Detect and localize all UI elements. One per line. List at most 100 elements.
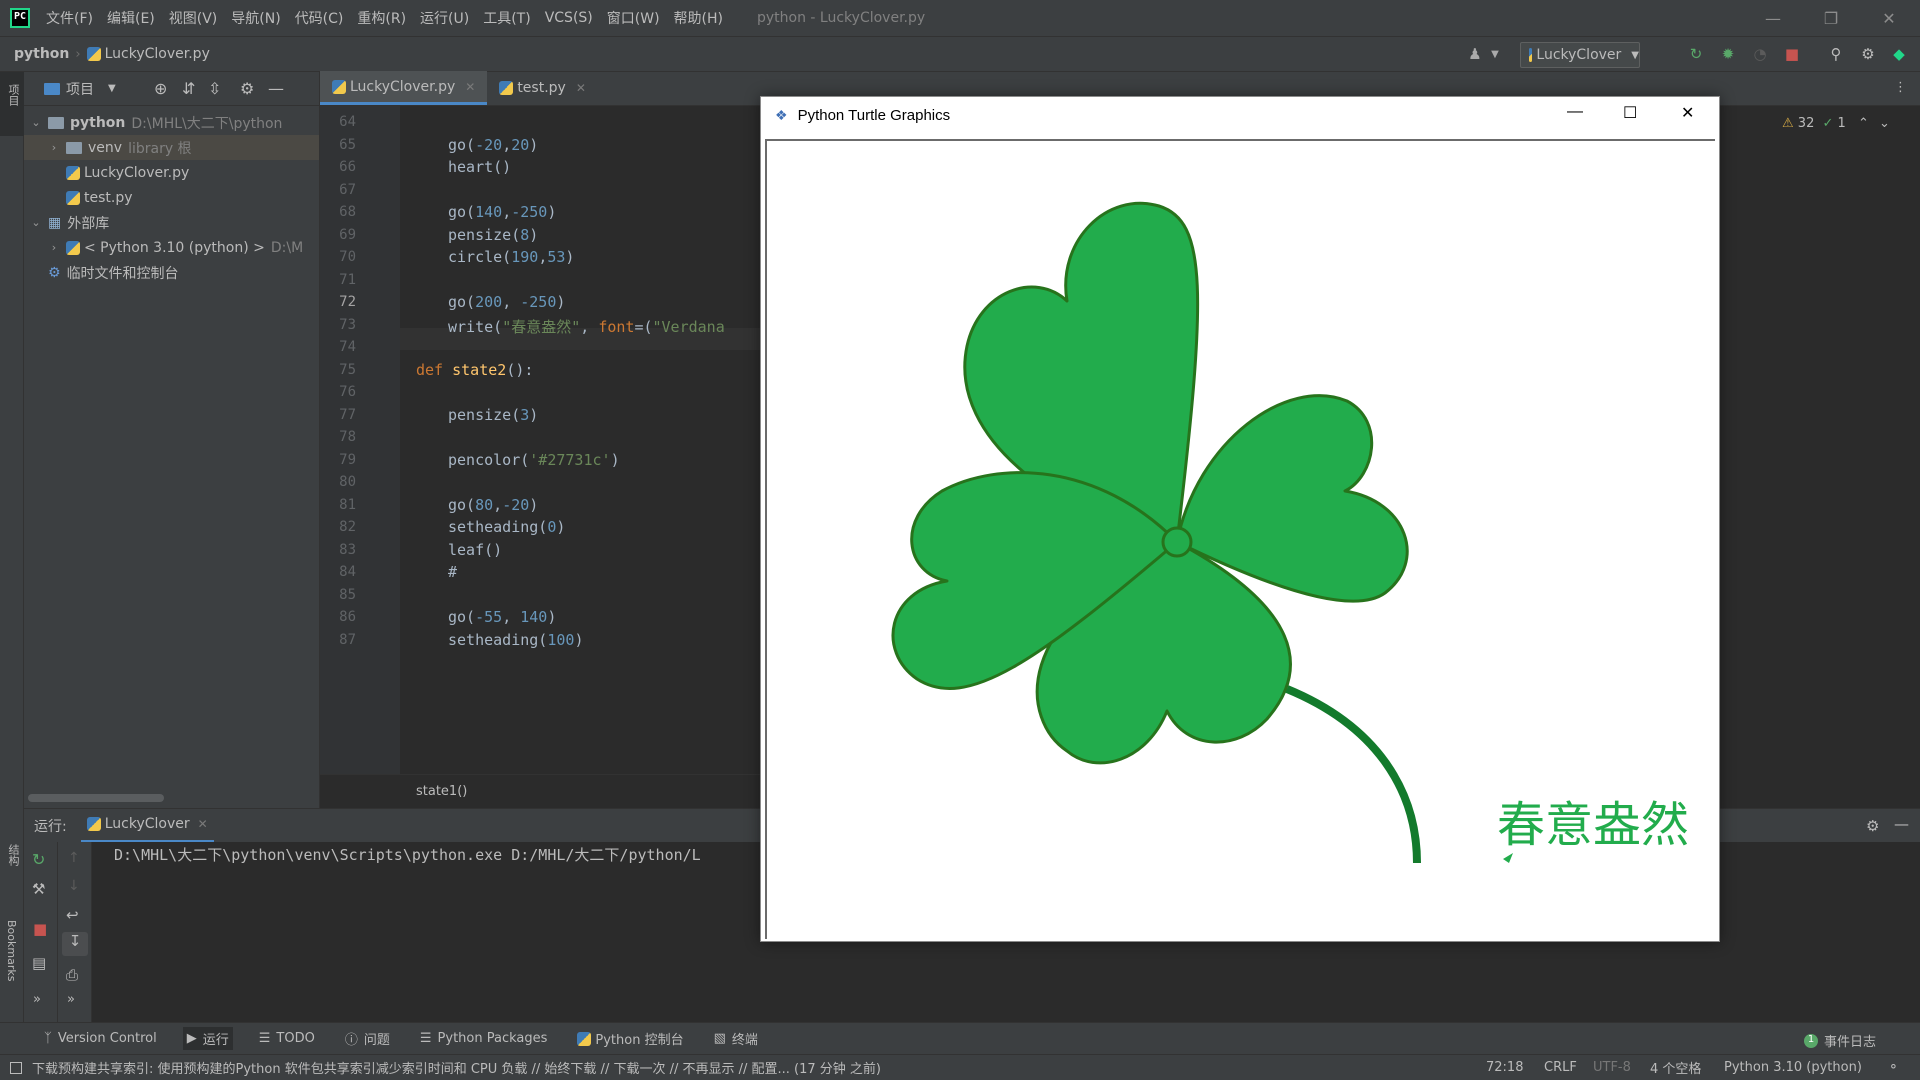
stop-icon[interactable]: ■ xyxy=(33,920,47,938)
menu-tools[interactable]: 工具(T) xyxy=(483,8,530,28)
arrow-up-icon[interactable]: ↑ xyxy=(68,850,80,866)
chevron-right-icon[interactable]: › xyxy=(48,141,60,154)
tool-run[interactable]: ▶ 运行 xyxy=(182,1027,233,1050)
menu-code[interactable]: 代码(C) xyxy=(295,8,344,28)
tab-test[interactable]: test.py ✕ xyxy=(487,71,598,105)
more-icon[interactable]: » xyxy=(67,992,75,1007)
locate-icon[interactable]: ⊕ xyxy=(154,79,167,98)
tab-label: test.py xyxy=(517,80,566,96)
print-icon[interactable]: ⎙ xyxy=(66,966,78,984)
status-message[interactable]: 下载预构建共享索引: 使用预构建的Python 软件包共享索引减少索引时间和 C… xyxy=(32,1058,1462,1077)
chevron-down-icon[interactable]: ▼ xyxy=(1486,45,1504,63)
chevron-down-icon[interactable]: ⌄ xyxy=(1879,116,1890,131)
maximize-icon[interactable]: ☐ xyxy=(1623,103,1637,123)
breadcrumb-file[interactable]: LuckyClover.py xyxy=(105,46,210,62)
menu-window[interactable]: 窗口(W) xyxy=(607,8,660,28)
project-panel-title[interactable]: 项目 xyxy=(66,79,94,99)
more-icon[interactable]: » xyxy=(33,992,41,1007)
tool-python-packages[interactable]: ☰ Python Packages xyxy=(416,1029,552,1048)
menu-run[interactable]: 运行(U) xyxy=(420,8,469,28)
run-tab-luckyclover[interactable]: LuckyClover ✕ xyxy=(80,809,214,843)
tree-item-test[interactable]: test.py xyxy=(24,185,319,210)
gear-icon[interactable]: ⚙ xyxy=(240,79,254,98)
python-interpreter[interactable]: Python 3.10 (python) xyxy=(1724,1060,1862,1075)
turtle-window[interactable]: ❖ Python Turtle Graphics — ☐ ✕ 春意盎然 xyxy=(760,96,1720,942)
tree-item-external-libs[interactable]: ⌄ ▦ 外部库 xyxy=(24,210,319,235)
expand-all-icon[interactable]: ⇵ xyxy=(182,79,195,98)
tool-python-console[interactable]: Python 控制台 xyxy=(573,1027,687,1050)
soft-wrap-icon[interactable]: ↩ xyxy=(66,906,79,924)
tab-luckyclover[interactable]: LuckyClover.py ✕ xyxy=(320,71,488,105)
chevron-down-icon: ▼ xyxy=(1631,49,1639,61)
tool-terminal[interactable]: ▧ 终端 xyxy=(710,1027,762,1050)
tool-todo[interactable]: ☰ TODO xyxy=(255,1029,319,1048)
coverage-icon[interactable]: ◔ xyxy=(1751,45,1769,63)
gear-icon[interactable]: ⚙ xyxy=(1866,817,1879,835)
tool-problems[interactable]: ⓘ 问题 xyxy=(341,1027,394,1050)
more-icon[interactable]: ⋮ xyxy=(1894,80,1907,95)
menu-refactor[interactable]: 重构(R) xyxy=(357,8,406,28)
menu-navigate[interactable]: 导航(N) xyxy=(231,8,280,28)
wrench-icon[interactable]: ⚒ xyxy=(32,880,45,898)
hide-icon[interactable]: — xyxy=(268,79,284,98)
python-icon xyxy=(577,1031,592,1046)
minimize-icon[interactable]: — xyxy=(1567,103,1583,121)
search-icon[interactable]: ⚲ xyxy=(1827,45,1845,63)
menu-edit[interactable]: 编辑(E) xyxy=(107,8,155,28)
indent-setting[interactable]: 4 个空格 xyxy=(1650,1058,1701,1077)
stop-icon[interactable]: ■ xyxy=(1783,45,1801,63)
close-icon[interactable]: ✕ xyxy=(1860,0,1918,36)
tree-item-root[interactable]: ⌄ python D:\MHL\大二下\python xyxy=(24,110,319,135)
rerun-icon[interactable]: ↻ xyxy=(32,850,45,869)
tree-item-luckyclover[interactable]: LuckyClover.py xyxy=(24,160,319,185)
structure-tool-button[interactable]: 结构 xyxy=(5,844,21,866)
menu-help[interactable]: 帮助(H) xyxy=(674,8,723,28)
bookmarks-tool-button[interactable]: Bookmarks xyxy=(5,920,18,981)
turtle-canvas[interactable]: 春意盎然 xyxy=(765,139,1715,939)
chevron-down-icon[interactable]: ▼ xyxy=(108,83,116,94)
code-editor[interactable]: go(-20,20) heart() go(140,-250) pensize(8) c… xyxy=(400,106,760,774)
scroll-to-end-icon[interactable]: ↧ xyxy=(62,932,88,956)
editor-gutter: 64 65 66 67 68 69 70 71 72 73 74 75 76 77 78 79 80 81 82 83… xyxy=(320,106,400,774)
run-config-select[interactable]: LuckyClover ▼ xyxy=(1520,42,1640,68)
tool-event-log[interactable]: 1 事件日志 xyxy=(1800,1029,1880,1052)
code-line: write("春意盎然", font=("Verdana xyxy=(448,317,725,336)
lock-icon[interactable]: ⚬ xyxy=(1888,1060,1899,1075)
layout-icon[interactable]: ▤ xyxy=(32,954,46,972)
chevron-right-icon[interactable]: › xyxy=(48,241,60,254)
chevron-down-icon[interactable]: ⌄ xyxy=(30,116,42,129)
rerun-icon[interactable]: ↻ xyxy=(1687,45,1705,63)
project-tool-button[interactable]: 项目 xyxy=(5,84,21,106)
tool-version-control[interactable]: ᛉ Version Control xyxy=(40,1029,161,1048)
line-separator[interactable]: CRLF xyxy=(1544,1060,1577,1075)
arrow-down-icon[interactable]: ↓ xyxy=(68,878,80,894)
restore-icon[interactable]: ❐ xyxy=(1802,0,1860,36)
menu-vcs[interactable]: VCS(S) xyxy=(545,10,593,26)
close-icon[interactable]: ✕ xyxy=(1681,103,1694,123)
collapse-all-icon[interactable]: ⇳ xyxy=(208,79,221,98)
file-encoding[interactable]: UTF-8 xyxy=(1593,1060,1631,1075)
horizontal-scrollbar[interactable] xyxy=(28,794,164,802)
close-tab-icon[interactable]: ✕ xyxy=(576,81,586,95)
debug-icon[interactable]: ✹ xyxy=(1719,45,1737,63)
minimize-icon[interactable]: — xyxy=(1744,0,1802,36)
user-icon[interactable]: ♟ xyxy=(1466,45,1484,63)
chevron-down-icon[interactable]: ⌄ xyxy=(30,216,42,229)
tree-item-python-sdk[interactable]: › < Python 3.10 (python) > D:\M xyxy=(24,235,319,260)
breadcrumb-function[interactable]: state1() xyxy=(416,784,467,799)
turtle-titlebar[interactable]: ❖ Python Turtle Graphics — ☐ ✕ xyxy=(761,97,1719,133)
tree-item-venv[interactable]: › venv library 根 xyxy=(24,135,319,160)
tool-window-toggle-icon[interactable] xyxy=(10,1061,22,1074)
close-tab-icon[interactable]: ✕ xyxy=(465,80,475,94)
close-tab-icon[interactable]: ✕ xyxy=(198,817,208,831)
hide-icon[interactable]: — xyxy=(1894,815,1909,833)
chevron-up-icon[interactable]: ⌃ xyxy=(1858,116,1869,131)
breadcrumb-project[interactable]: python xyxy=(14,46,69,62)
tree-item-scratches[interactable]: ⚙ 临时文件和控制台 xyxy=(24,260,319,285)
jetbrains-toolbox-icon[interactable]: ◆ xyxy=(1890,45,1908,63)
caret-position[interactable]: 72:18 xyxy=(1486,1060,1523,1075)
menu-view[interactable]: 视图(V) xyxy=(169,8,218,28)
menu-file[interactable]: 文件(F) xyxy=(46,8,93,28)
inspection-widget[interactable]: ⚠ 32 ✓ 1 ⌃ ⌄ xyxy=(1782,116,1890,131)
gear-icon[interactable]: ⚙ xyxy=(1859,45,1877,63)
